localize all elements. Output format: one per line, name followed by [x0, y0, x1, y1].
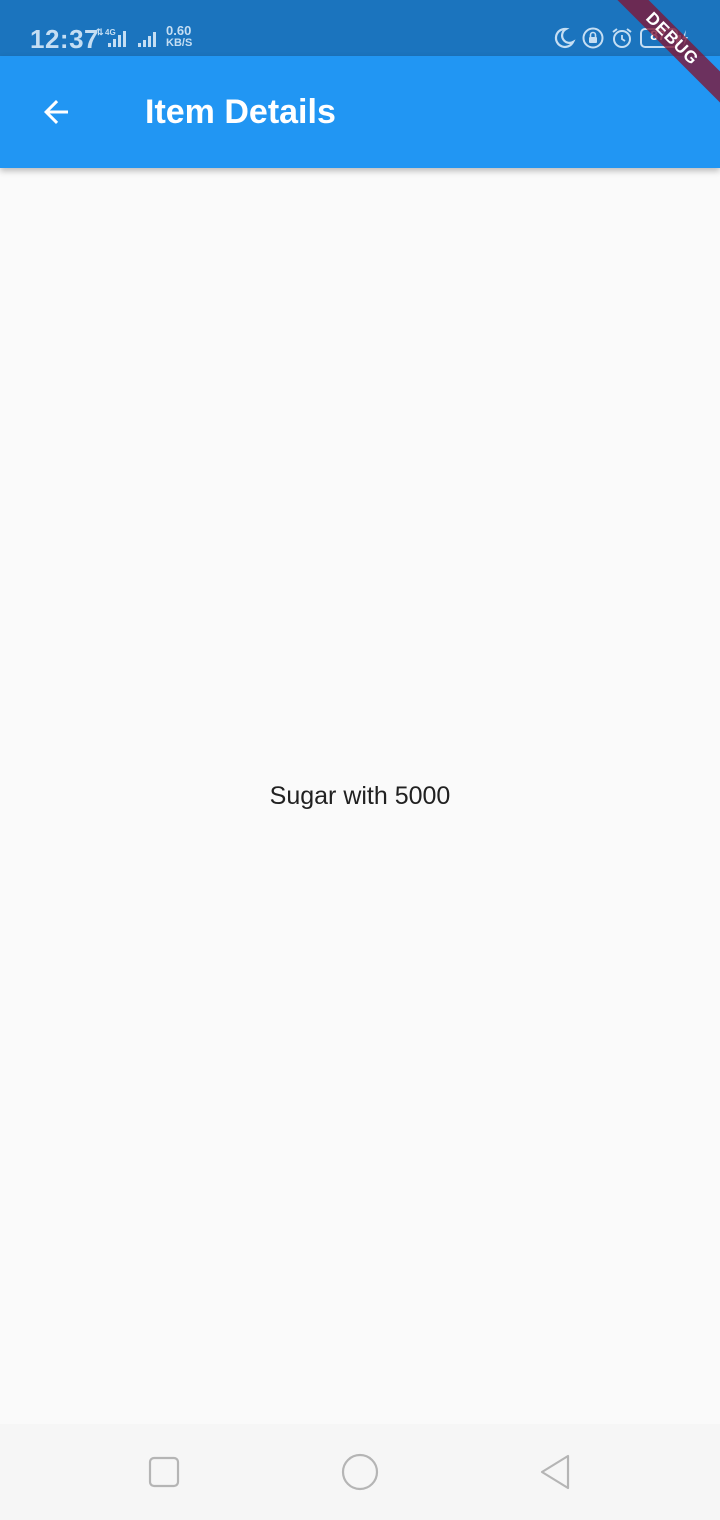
- net-speed-value: 0.60: [166, 23, 192, 38]
- svg-text:4G: 4G: [105, 28, 116, 37]
- moon-icon: [554, 27, 576, 49]
- back-nav-button[interactable]: [528, 1444, 584, 1500]
- svg-text:⇅: ⇅: [96, 27, 104, 37]
- home-button[interactable]: [332, 1444, 388, 1500]
- signal-bars-icon: [138, 32, 156, 47]
- square-icon: [148, 1456, 180, 1488]
- page-title: Item Details: [145, 93, 336, 131]
- item-detail-text: Sugar with 5000: [269, 782, 451, 810]
- recents-button[interactable]: [136, 1444, 192, 1500]
- triangle-back-icon: [540, 1454, 570, 1490]
- system-nav-bar: [0, 1424, 720, 1520]
- circle-icon: [341, 1453, 379, 1491]
- status-bar: 12:37 ⇅ 4G 0.60 KB/S 87: [0, 0, 720, 56]
- status-time: 12:37: [30, 24, 99, 54]
- rotation-lock-icon: [582, 27, 604, 49]
- arrow-back-icon: [44, 100, 68, 124]
- back-button[interactable]: [20, 76, 92, 148]
- app-bar: Item Details: [0, 56, 720, 168]
- net-speed-unit: KB/S: [166, 37, 193, 49]
- alarm-icon: [612, 28, 632, 48]
- signal-4g-icon: ⇅ 4G: [96, 27, 126, 47]
- net-speed: 0.60 KB/S: [166, 23, 193, 49]
